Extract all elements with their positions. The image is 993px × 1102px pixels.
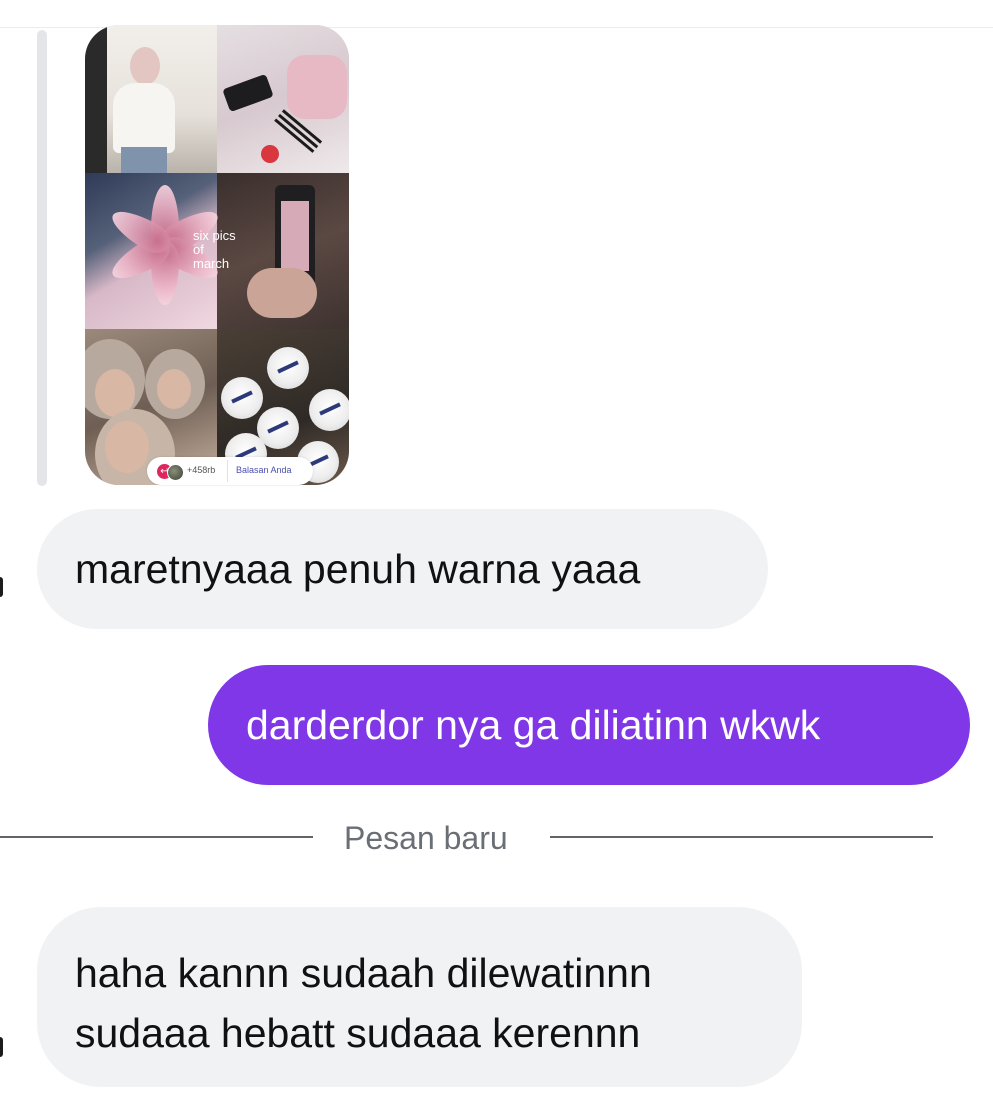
sender-avatar[interactable] <box>0 1037 3 1057</box>
pouch-shape <box>287 55 347 119</box>
reaction-count: +458rb <box>187 465 216 475</box>
photo-tile-makeup <box>217 25 349 173</box>
chat-conversation: six pics of march ↩ +458rb Balasan Anda … <box>0 0 993 1102</box>
person-legs-shape <box>121 147 167 173</box>
your-reply-button[interactable]: Balasan Anda <box>236 465 292 475</box>
person-body-shape <box>113 83 175 153</box>
message-text: darderdor nya ga diliatinn wkwk <box>246 702 821 748</box>
new-messages-divider: Pesan baru <box>0 818 993 858</box>
story-preview-card[interactable]: six pics of march <box>85 25 349 485</box>
message-line: sudaaa hebatt sudaaa kerennn <box>75 1010 641 1056</box>
story-caption-line: march <box>193 256 230 271</box>
compact-shape <box>261 145 279 163</box>
incoming-message-bubble[interactable]: haha kannn sudaah dilewatinnn sudaaa heb… <box>37 907 802 1087</box>
sender-avatar[interactable] <box>0 577 3 597</box>
incoming-message-bubble[interactable]: maretnyaaa penuh warna yaaa <box>37 509 768 629</box>
message-text: maretnyaaa penuh warna yaaa <box>75 546 641 592</box>
cup-shape <box>309 389 349 431</box>
reply-quote-bar <box>37 30 47 486</box>
divider-line <box>550 836 933 838</box>
phone-display-shape <box>281 201 309 271</box>
cup-shape <box>267 347 309 389</box>
story-caption-line: six pics <box>193 228 236 243</box>
phone-shape <box>222 73 274 113</box>
avatar <box>167 464 184 481</box>
photo-tile-selfie <box>85 25 217 173</box>
door-shape <box>85 25 107 173</box>
hand-shape <box>247 268 317 318</box>
story-caption: six pics of march <box>193 229 273 271</box>
message-text: haha kannn sudaah dilewatinnn sudaaa heb… <box>75 943 652 1063</box>
face-shape <box>157 369 191 409</box>
new-messages-label: Pesan baru <box>344 820 508 856</box>
face-shape <box>105 421 149 473</box>
divider-line <box>0 836 313 838</box>
message-line: haha kannn sudaah dilewatinnn <box>75 950 652 996</box>
outgoing-message-bubble[interactable]: darderdor nya ga diliatinn wkwk <box>208 665 970 785</box>
story-reaction-pill[interactable]: ↩ +458rb Balasan Anda <box>147 457 313 485</box>
pill-divider <box>227 460 228 482</box>
cup-shape <box>221 377 263 419</box>
story-caption-line: of <box>193 242 204 257</box>
person-head-shape <box>130 47 160 85</box>
